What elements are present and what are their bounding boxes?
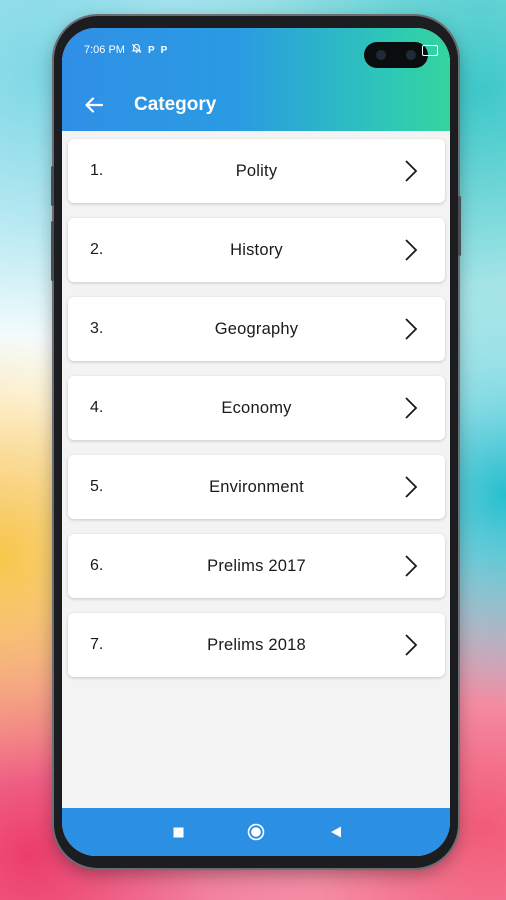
item-label: Economy: [221, 399, 292, 417]
p-icon: P: [160, 44, 168, 56]
chevron-right-icon: [405, 397, 418, 419]
power-button: [458, 196, 461, 256]
status-time: 7:06 PM: [84, 44, 125, 56]
category-item-prelims-2018[interactable]: 7. Prelims 2018: [68, 613, 445, 677]
item-label: Environment: [209, 478, 304, 496]
alarm-off-icon: [131, 43, 142, 57]
category-item-economy[interactable]: 4. Economy: [68, 376, 445, 440]
item-label: Polity: [235, 162, 278, 180]
home-icon: [247, 823, 265, 841]
arrow-left-icon: [85, 97, 103, 113]
p-icon: P: [147, 44, 155, 56]
recent-apps-button[interactable]: [166, 820, 190, 844]
chevron-right-icon: [405, 634, 418, 656]
chevron-right-icon: [405, 555, 418, 577]
home-button[interactable]: [244, 820, 268, 844]
phone-frame: 7:06 PM P P Category 1. Polity 2. Histor…: [51, 16, 461, 868]
app-bar: 7:06 PM P P Category: [62, 28, 450, 131]
category-item-prelims-2017[interactable]: 6. Prelims 2017: [68, 534, 445, 598]
back-button[interactable]: [80, 92, 108, 118]
category-item-history[interactable]: 2. History: [68, 218, 445, 282]
recent-apps-icon: [173, 827, 183, 837]
category-item-environment[interactable]: 5. Environment: [68, 455, 445, 519]
screen: 7:06 PM P P Category 1. Polity 2. Histor…: [62, 28, 450, 856]
item-label: Prelims 2018: [207, 636, 306, 654]
nav-back-button[interactable]: [324, 820, 348, 844]
category-item-geography[interactable]: 3. Geography: [68, 297, 445, 361]
system-nav-bar: [62, 808, 450, 856]
back-triangle-icon: [331, 826, 341, 838]
battery-icon: [422, 45, 438, 56]
chevron-right-icon: [405, 160, 418, 182]
chevron-right-icon: [405, 318, 418, 340]
item-label: History: [230, 241, 283, 259]
item-label: Prelims 2017: [207, 557, 306, 575]
volume-button: [51, 166, 54, 206]
chevron-right-icon: [405, 476, 418, 498]
item-label: Geography: [214, 320, 299, 338]
volume-button-2: [51, 221, 54, 281]
category-item-polity[interactable]: 1. Polity: [68, 139, 445, 203]
camera-cutout: [364, 42, 428, 68]
status-bar: 7:06 PM P P: [84, 42, 167, 58]
page-title: Category: [134, 94, 217, 115]
chevron-right-icon: [405, 239, 418, 261]
